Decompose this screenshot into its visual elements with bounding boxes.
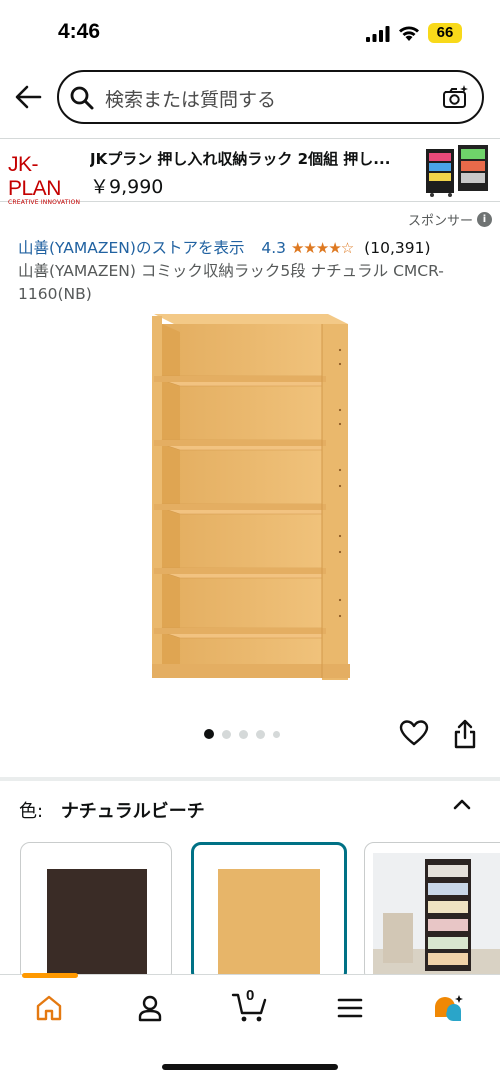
wifi-icon [399, 26, 419, 41]
color-selector-header[interactable]: 色: ナチュラルビーチ [19, 797, 205, 823]
section-divider [0, 777, 500, 781]
rating-value[interactable]: 4.3 [261, 239, 286, 257]
swatch-photo[interactable] [364, 842, 500, 975]
battery-indicator: 66 [428, 23, 462, 43]
ad-product-image [426, 145, 488, 197]
heart-icon[interactable] [399, 719, 429, 747]
pager-dot[interactable] [273, 730, 280, 738]
nav-active-indicator [22, 973, 78, 978]
share-icon[interactable] [452, 719, 478, 749]
home-icon[interactable] [34, 993, 64, 1023]
product-title: 山善(YAMAZEN) コミック収納ラック5段 ナチュラル CMCR-1160(… [18, 262, 444, 303]
menu-icon[interactable] [335, 993, 365, 1023]
pager-dot[interactable] [204, 729, 214, 739]
swatch-dark-brown-fill [47, 869, 147, 975]
account-icon[interactable] [135, 993, 165, 1023]
swatch-natural-beech[interactable] [191, 842, 347, 975]
rufus-ai-icon[interactable] [432, 993, 466, 1023]
swatch-dark-brown[interactable] [20, 842, 172, 975]
sponsor-label[interactable]: スポンサー i [408, 210, 492, 229]
store-link[interactable]: 山善(YAMAZEN)のストアを表示 [18, 239, 244, 257]
bottom-nav: 0 [0, 973, 500, 1080]
swatch-photo-image [373, 853, 500, 975]
store-rating-row: 山善(YAMAZEN)のストアを表示 4.3 ★★★★☆ (10,391) [18, 236, 488, 258]
signal-icon [366, 26, 390, 42]
brand-logo-tagline: CREATIVE INNOVATION [8, 199, 81, 206]
sponsored-ad-banner[interactable]: JK-PLAN CREATIVE INNOVATION JKプラン 押し入れ収納… [0, 138, 500, 206]
swatch-natural-beech-fill [218, 869, 320, 975]
selected-color: ナチュラルビーチ [60, 801, 205, 822]
brand-logo-text: JK-PLAN [8, 153, 61, 200]
pager-dot[interactable] [239, 729, 248, 739]
ad-title[interactable]: JKプラン 押し入れ収納ラック 2個組 押し... [90, 148, 420, 169]
brand-logo: JK-PLAN CREATIVE INNOVATION [8, 153, 84, 206]
image-pager[interactable] [204, 729, 280, 739]
rating-stars[interactable]: ★★★★☆ [291, 239, 354, 257]
sponsor-label-text: スポンサー [407, 214, 473, 229]
cart-button[interactable]: 0 [231, 987, 269, 1023]
search-icon [70, 86, 94, 110]
ad-price: ￥9,990 [90, 176, 164, 198]
back-arrow-icon[interactable] [14, 84, 42, 110]
info-icon: i [477, 212, 492, 227]
pager-dot[interactable] [222, 729, 231, 739]
chevron-up-icon[interactable] [452, 797, 472, 811]
home-indicator [162, 1064, 338, 1070]
pager-dot[interactable] [256, 729, 265, 739]
status-time: 4:46 [58, 20, 101, 43]
color-label: 色: [19, 801, 44, 822]
search-bar[interactable]: 検索または質問する [57, 70, 484, 124]
camera-search-icon[interactable] [442, 84, 470, 110]
search-input[interactable]: 検索または質問する [105, 85, 276, 112]
cart-count: 0 [246, 987, 255, 1004]
product-image[interactable] [148, 310, 354, 682]
color-swatches [0, 840, 500, 975]
status-bar: 4:46 66 [0, 0, 500, 62]
review-count[interactable]: (10,391) [364, 239, 430, 257]
search-header: 検索または質問する [0, 62, 500, 132]
